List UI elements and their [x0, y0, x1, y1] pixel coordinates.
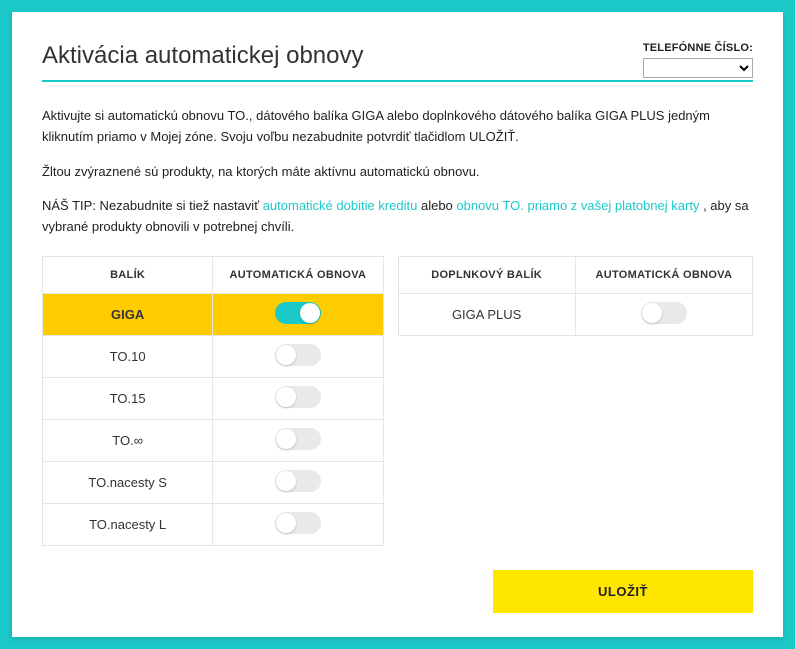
packages-table: BALÍK AUTOMATICKÁ OBNOVA GIGATO.10TO.15T…	[42, 256, 384, 546]
phone-select[interactable]	[643, 58, 753, 78]
intro-tip: NÁŠ TIP: Nezabudnite si tiež nastaviť au…	[42, 196, 753, 238]
package-name-cell: TO.nacesty L	[43, 503, 213, 545]
table-row: TO.nacesty L	[43, 503, 384, 545]
auto-renew-toggle[interactable]	[275, 302, 321, 324]
tip-prefix: NÁŠ TIP: Nezabudnite si tiež nastaviť	[42, 198, 263, 213]
toggle-cell	[213, 503, 383, 545]
auto-renew-toggle[interactable]	[275, 344, 321, 366]
auto-renew-toggle[interactable]	[275, 386, 321, 408]
package-name-cell: TO.∞	[43, 419, 213, 461]
toggle-cell	[575, 293, 752, 335]
package-name-cell: GIGA	[43, 293, 213, 335]
table-row: TO.∞	[43, 419, 384, 461]
addon-tbody: GIGA PLUS	[398, 293, 752, 335]
addon-table: DOPLNKOVÝ BALÍK AUTOMATICKÁ OBNOVA GIGA …	[398, 256, 753, 336]
phone-label: TELEFÓNNE ČÍSLO:	[643, 42, 753, 54]
toggle-cell	[213, 293, 383, 335]
col-header-auto-renew: AUTOMATICKÁ OBNOVA	[213, 256, 383, 293]
toggle-knob	[276, 513, 296, 533]
toggle-knob	[276, 471, 296, 491]
toggle-cell	[213, 377, 383, 419]
settings-card: Aktivácia automatickej obnovy TELEFÓNNE …	[12, 12, 783, 637]
toggle-cell	[213, 335, 383, 377]
table-row: TO.10	[43, 335, 384, 377]
tables-row: BALÍK AUTOMATICKÁ OBNOVA GIGATO.10TO.15T…	[42, 256, 753, 546]
auto-renew-toggle[interactable]	[641, 302, 687, 324]
footer-row: ULOŽIŤ	[42, 570, 753, 613]
tip-mid: alebo	[421, 198, 456, 213]
tip-link-credit[interactable]: automatické dobitie kreditu	[263, 198, 418, 213]
col-header-addon: DOPLNKOVÝ BALÍK	[398, 256, 575, 293]
intro-paragraph-2: Žltou zvýraznené sú produkty, na ktorých…	[42, 162, 753, 183]
toggle-knob	[276, 387, 296, 407]
package-name-cell: TO.10	[43, 335, 213, 377]
col-header-addon-auto-renew: AUTOMATICKÁ OBNOVA	[575, 256, 752, 293]
phone-number-block: TELEFÓNNE ČÍSLO:	[643, 42, 753, 78]
table-row: GIGA PLUS	[398, 293, 752, 335]
save-button[interactable]: ULOŽIŤ	[493, 570, 753, 613]
auto-renew-toggle[interactable]	[275, 470, 321, 492]
auto-renew-toggle[interactable]	[275, 512, 321, 534]
header-row: Aktivácia automatickej obnovy TELEFÓNNE …	[42, 42, 753, 80]
toggle-cell	[213, 419, 383, 461]
table-row: TO.nacesty S	[43, 461, 384, 503]
left-table-wrap: BALÍK AUTOMATICKÁ OBNOVA GIGATO.10TO.15T…	[42, 256, 384, 546]
title-underline	[42, 80, 753, 82]
tip-link-card[interactable]: obnovu TO. priamo z vašej platobnej kart…	[456, 198, 699, 213]
auto-renew-toggle[interactable]	[275, 428, 321, 450]
page-title: Aktivácia automatickej obnovy	[42, 42, 623, 80]
toggle-knob	[300, 303, 320, 323]
intro-paragraph-1: Aktivujte si automatickú obnovu TO., dát…	[42, 106, 753, 148]
package-name-cell: TO.nacesty S	[43, 461, 213, 503]
package-name-cell: GIGA PLUS	[398, 293, 575, 335]
packages-tbody: GIGATO.10TO.15TO.∞TO.nacesty STO.nacesty…	[43, 293, 384, 545]
right-table-wrap: DOPLNKOVÝ BALÍK AUTOMATICKÁ OBNOVA GIGA …	[398, 256, 753, 546]
toggle-cell	[213, 461, 383, 503]
col-header-package: BALÍK	[43, 256, 213, 293]
table-row: GIGA	[43, 293, 384, 335]
toggle-knob	[276, 429, 296, 449]
toggle-knob	[276, 345, 296, 365]
toggle-knob	[642, 303, 662, 323]
title-wrap: Aktivácia automatickej obnovy	[42, 42, 623, 80]
package-name-cell: TO.15	[43, 377, 213, 419]
table-row: TO.15	[43, 377, 384, 419]
